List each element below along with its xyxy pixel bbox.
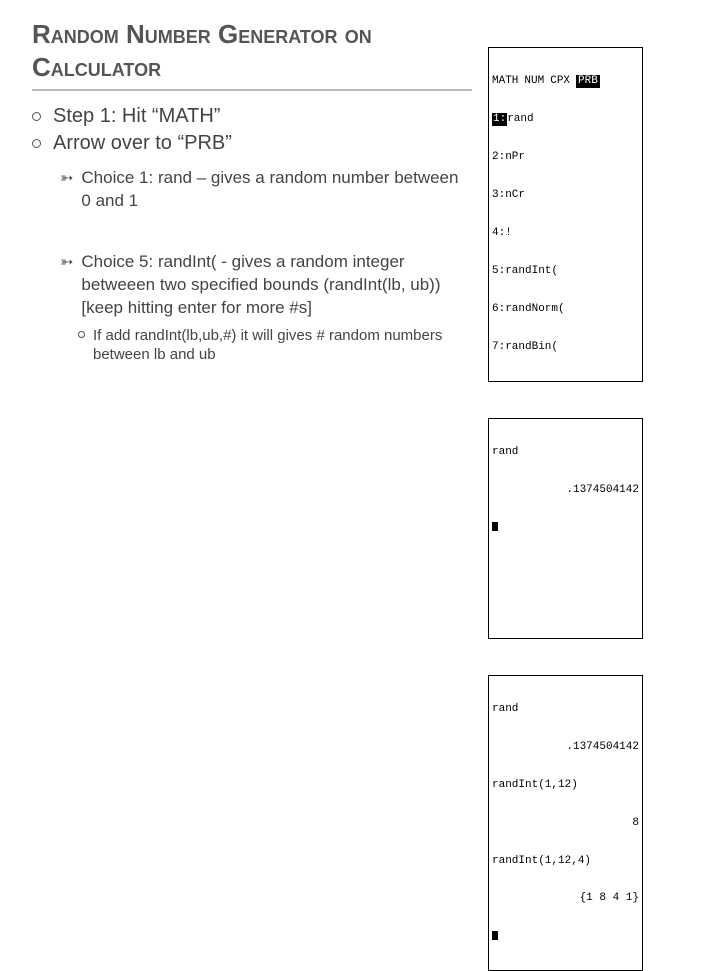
menu-item-selected: 1:rand <box>492 113 639 126</box>
choice-1: ➳ Choice 1: rand – gives a random number… <box>60 167 472 213</box>
step-text: Step 1: Hit “MATH” <box>53 105 220 128</box>
choice-5-subnote: If add randInt(lb,ub,#) it will gives # … <box>78 326 472 365</box>
menu-item: 3:nCr <box>492 189 639 202</box>
menu-item: 5:randInt( <box>492 265 639 278</box>
calc-randint-screen: rand .1374504142 randInt(1,12) 8 randInt… <box>488 675 643 971</box>
calc-result: .1374504142 <box>492 741 639 754</box>
screenshot-column: MATH NUM CPX PRB 1:rand 2:nPr 3:nCr 4:! … <box>488 105 643 971</box>
bullet-icon <box>32 112 41 121</box>
calc-line: rand <box>492 446 639 459</box>
menu-item: 4:! <box>492 227 639 240</box>
choice-text: Choice 1: rand – gives a random number b… <box>81 167 472 213</box>
bullet-icon <box>32 139 41 148</box>
menu-tab: NUM <box>524 75 544 88</box>
step-text: Arrow over to “PRB” <box>53 132 232 155</box>
calc-prb-menu: MATH NUM CPX PRB 1:rand 2:nPr 3:nCr 4:! … <box>488 47 643 382</box>
calc-cursor-line <box>492 522 639 535</box>
slide-title: Random Number Generator on Calculator <box>32 18 472 91</box>
calc-cursor-line <box>492 930 639 943</box>
choice-list: ➳ Choice 1: rand – gives a random number… <box>60 167 472 365</box>
menu-tab-selected: PRB <box>576 75 600 88</box>
swirl-icon: ➳ <box>60 252 73 320</box>
step-2: Arrow over to “PRB” <box>32 132 472 155</box>
calc-header: MATH NUM CPX PRB <box>492 75 639 88</box>
subnote-text: If add randInt(lb,ub,#) it will gives # … <box>93 326 472 365</box>
menu-item: 6:randNorm( <box>492 303 639 316</box>
swirl-icon: ➳ <box>60 168 73 213</box>
menu-tab: CPX <box>550 75 570 88</box>
calc-rand-screen: rand .1374504142 <box>488 418 643 639</box>
bullet-icon <box>78 331 85 338</box>
choice-5: ➳ Choice 5: randInt( - gives a random in… <box>60 251 472 365</box>
step-1: Step 1: Hit “MATH” <box>32 105 472 128</box>
calc-result: 8 <box>492 817 639 830</box>
calc-line: randInt(1,12,4) <box>492 855 639 868</box>
choice-text: Choice 5: randInt( - gives a random inte… <box>81 251 472 320</box>
calc-result: {1 8 4 1} <box>492 892 639 905</box>
calc-result: .1374504142 <box>492 484 639 497</box>
content-area: Step 1: Hit “MATH” Arrow over to “PRB” ➳… <box>32 105 688 971</box>
cursor-icon <box>492 931 498 940</box>
text-column: Step 1: Hit “MATH” Arrow over to “PRB” ➳… <box>32 105 472 971</box>
menu-item: 7:randBin( <box>492 341 639 354</box>
menu-item: 2:nPr <box>492 151 639 164</box>
calc-line: rand <box>492 703 639 716</box>
calc-line: randInt(1,12) <box>492 779 639 792</box>
menu-tab: MATH <box>492 75 518 88</box>
cursor-icon <box>492 522 498 531</box>
